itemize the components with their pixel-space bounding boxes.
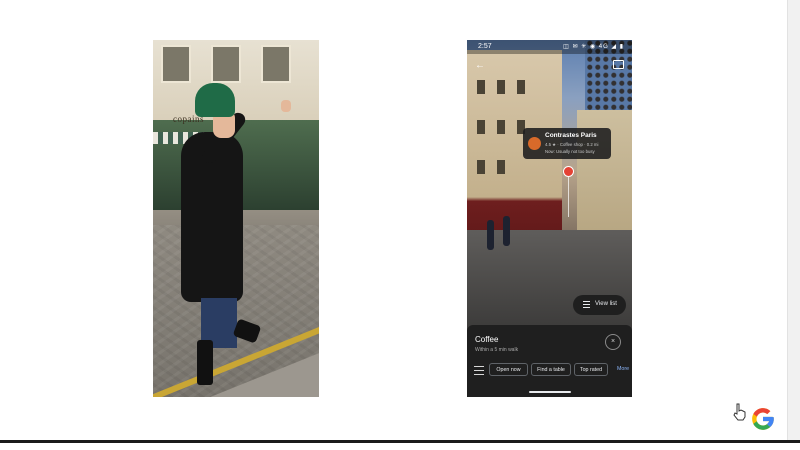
status-icons: ◫ ✉ ✳ ◉ 4G ◢ ▮ (563, 44, 624, 50)
phone-screenshot: 2:57 ◫ ✉ ✳ ◉ 4G ◢ ▮ ← Contrastes Paris 4… (467, 40, 632, 397)
bottom-divider (0, 440, 800, 443)
person-hand (281, 100, 291, 112)
place-avatar (528, 137, 541, 150)
window (211, 45, 241, 83)
window (497, 120, 505, 134)
more-link[interactable]: More (617, 366, 629, 372)
status-time: 2:57 (478, 43, 492, 50)
sheet-title: Coffee (475, 335, 499, 344)
google-logo-icon (752, 408, 774, 430)
place-name: Contrastes Paris (545, 132, 597, 139)
gesture-bar (529, 391, 571, 393)
street-photo-person: copains (153, 40, 319, 397)
window (261, 45, 291, 83)
location-pin-icon[interactable] (563, 166, 574, 177)
chip-top-rated[interactable]: Top rated (574, 363, 608, 376)
view-list-label: View list (595, 301, 617, 307)
back-arrow-icon[interactable]: ← (475, 60, 485, 71)
place-meta: 4.5 ★ · Coffee shop · 0.2 mi (545, 142, 599, 147)
pin-stem (568, 177, 569, 217)
status-bar: 2:57 ◫ ✉ ✳ ◉ 4G ◢ ▮ (467, 40, 632, 54)
bottom-sheet: Coffee Within a 5 min walk × Open now Fi… (467, 325, 632, 397)
chat-icon[interactable] (613, 60, 624, 69)
scrollbar[interactable] (787, 0, 800, 440)
list-icon (583, 301, 590, 309)
sheet-subtitle: Within a 5 min walk (475, 347, 519, 353)
filter-sliders-icon[interactable] (474, 365, 484, 375)
presentation-slide: copains 2:57 ◫ ✉ ✳ ◉ 4G ◢ ▮ ← Contrastes… (0, 0, 800, 450)
window (497, 80, 505, 94)
pedestrian (487, 220, 494, 250)
person-boot (197, 340, 213, 385)
window (161, 45, 191, 83)
close-button[interactable]: × (605, 334, 621, 350)
window (477, 120, 485, 134)
place-hours: Now: Usually not too busy (545, 149, 595, 154)
place-card[interactable]: Contrastes Paris 4.5 ★ · Coffee shop · 0… (523, 128, 611, 159)
window (477, 80, 485, 94)
view-list-button[interactable]: View list (573, 295, 626, 315)
chip-find-a-table[interactable]: Find a table (531, 363, 571, 376)
chip-open-now[interactable]: Open now (489, 363, 528, 376)
window (477, 160, 485, 174)
person-green-hat (195, 83, 235, 117)
hand-cursor-icon (733, 403, 746, 421)
window (517, 80, 525, 94)
pedestrian (503, 216, 510, 246)
window (497, 160, 505, 174)
